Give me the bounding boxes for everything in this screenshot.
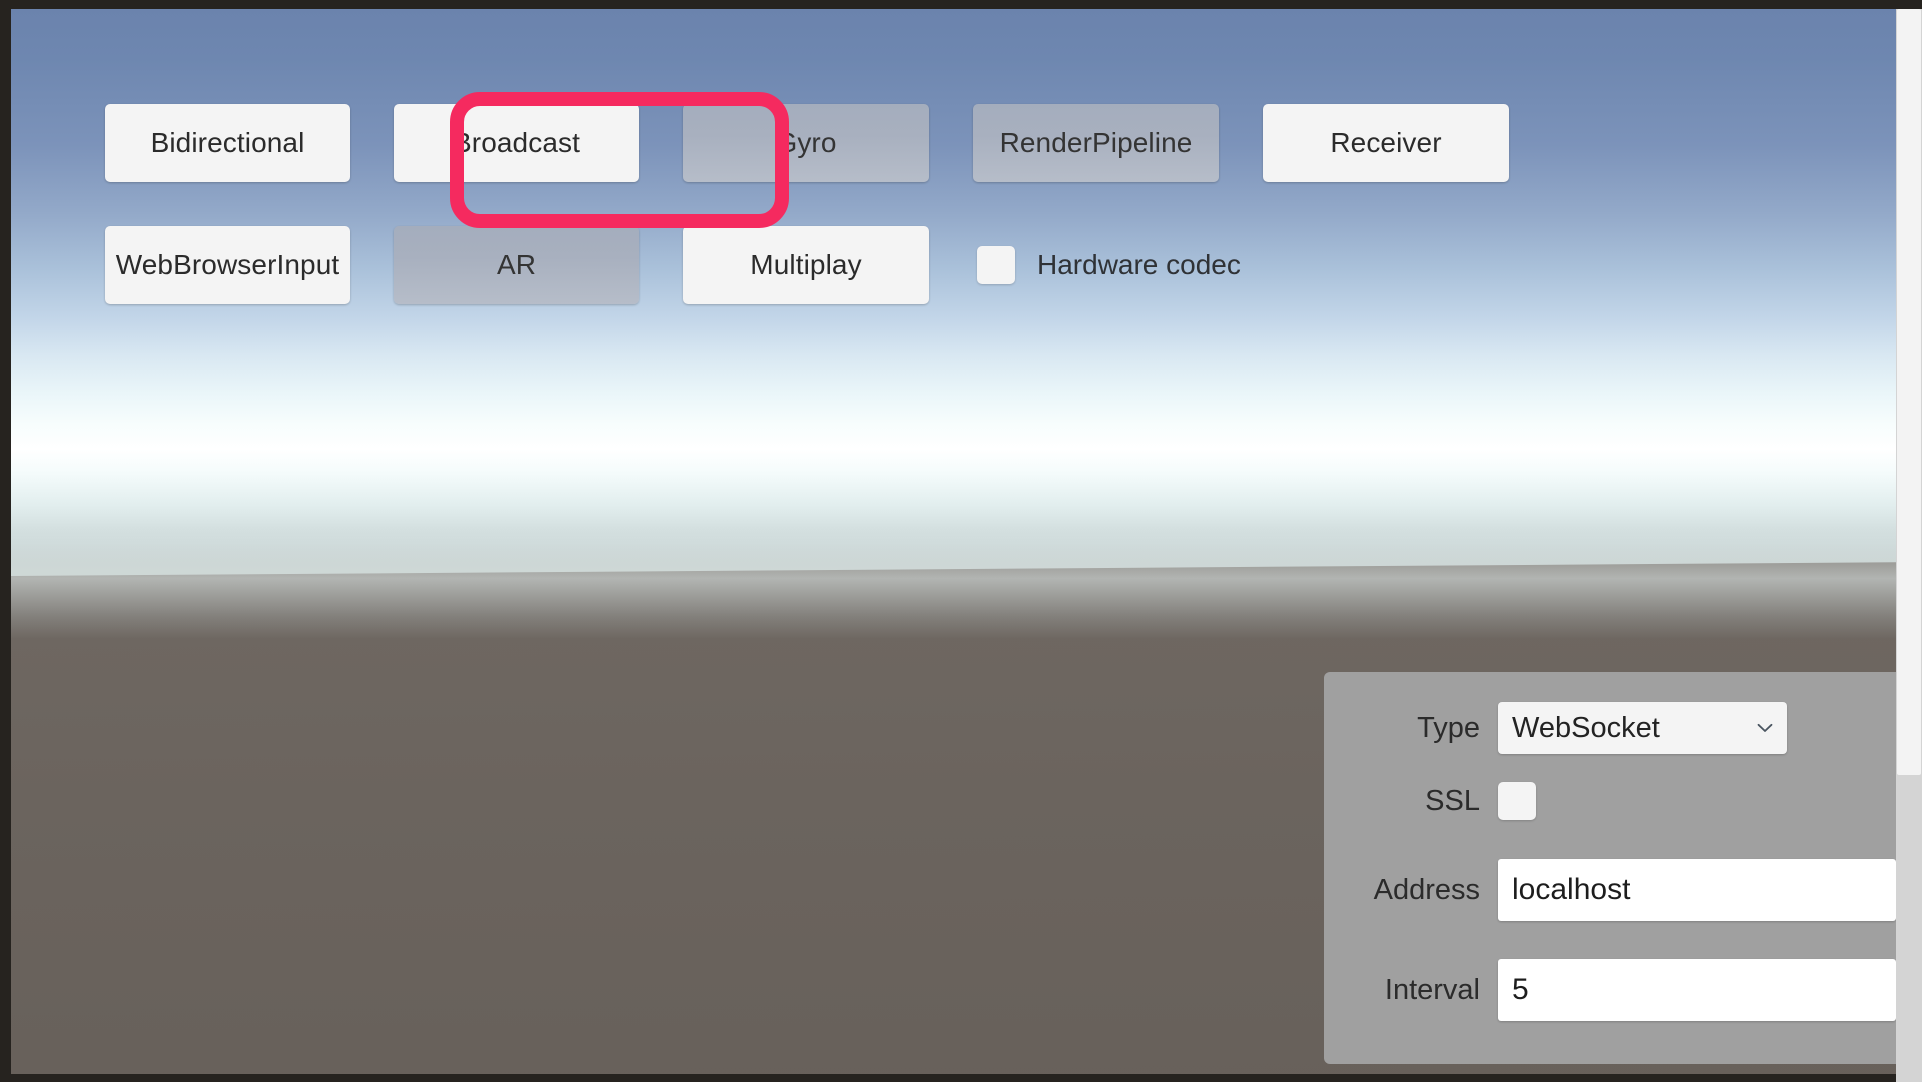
- interval-input[interactable]: [1498, 959, 1896, 1021]
- render-streaming-viewport: Bidirectional Broadcast Gyro RenderPipel…: [11, 9, 1896, 1074]
- address-field-row: Address: [1324, 840, 1896, 940]
- type-select-value: WebSocket: [1512, 711, 1660, 744]
- connection-settings-panel: Type WebSocket SSL Address localhost Int…: [1324, 672, 1896, 1064]
- interval-label: Interval: [1384, 973, 1480, 1006]
- ssl-label: SSL: [1425, 784, 1480, 817]
- hardware-codec-group: Hardware codec: [977, 246, 1241, 284]
- address-input[interactable]: [1498, 859, 1896, 921]
- webbrowserinput-button[interactable]: WebBrowserInput: [105, 226, 350, 304]
- type-field-row: Type WebSocket: [1324, 694, 1896, 762]
- receiver-button[interactable]: Receiver: [1263, 104, 1509, 182]
- interval-field-row: Interval: [1324, 940, 1896, 1040]
- gyro-button[interactable]: Gyro: [683, 104, 929, 182]
- multiplay-button[interactable]: Multiplay: [683, 226, 929, 304]
- type-label: Type: [1417, 711, 1480, 744]
- ssl-checkbox[interactable]: [1498, 782, 1536, 820]
- type-select[interactable]: WebSocket: [1498, 702, 1787, 754]
- ui-overlay-layer: Bidirectional Broadcast Gyro RenderPipel…: [11, 9, 1896, 1074]
- vertical-scrollbar[interactable]: [1896, 9, 1922, 1082]
- sample-button-row-bottom: WebBrowserInput AR Multiplay Hardware co…: [105, 226, 1241, 304]
- hardware-codec-label: Hardware codec: [1037, 249, 1241, 280]
- chevron-down-icon: [1757, 720, 1773, 736]
- sample-button-row-top: Bidirectional Broadcast Gyro RenderPipel…: [105, 104, 1509, 182]
- ssl-field-row: SSL: [1324, 762, 1896, 840]
- scrollbar-thumb[interactable]: [1897, 9, 1921, 775]
- renderpipeline-button[interactable]: RenderPipeline: [973, 104, 1219, 182]
- ar-button[interactable]: AR: [394, 226, 639, 304]
- app-window: Bidirectional Broadcast Gyro RenderPipel…: [0, 0, 1922, 1082]
- broadcast-button[interactable]: Broadcast: [394, 104, 639, 182]
- hardware-codec-checkbox[interactable]: [977, 246, 1015, 284]
- address-label: Address: [1373, 873, 1480, 906]
- bidirectional-button[interactable]: Bidirectional: [105, 104, 350, 182]
